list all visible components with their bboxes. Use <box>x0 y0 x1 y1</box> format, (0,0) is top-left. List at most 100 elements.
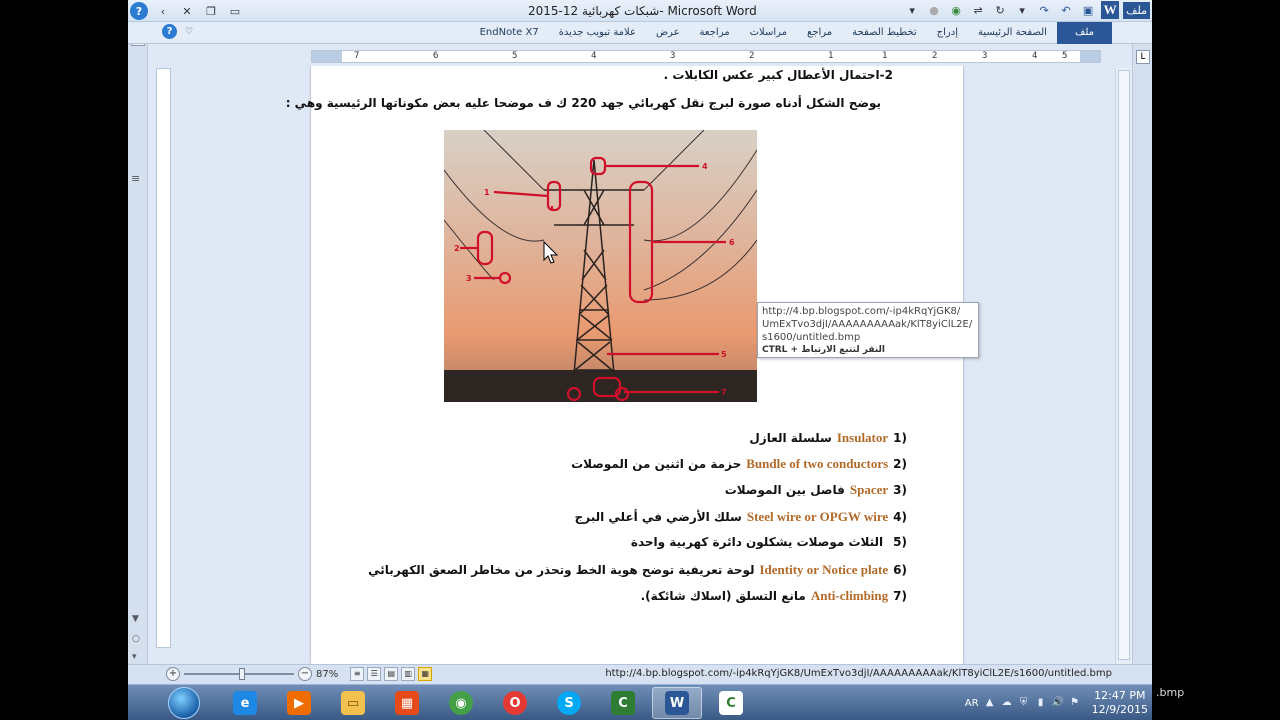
tower-photo[interactable]: 1 2 3 4 5 6 7 <box>444 130 757 402</box>
tab-mailings[interactable]: مراسلات <box>740 22 797 44</box>
draft-view-icon[interactable]: ≡ <box>350 667 365 681</box>
figure-label: 4 <box>702 162 708 171</box>
item-english: Insulator <box>836 430 889 445</box>
restore-icon[interactable]: ❐ <box>202 2 220 20</box>
transmission-tower-image: 1 2 3 4 5 6 7 <box>444 130 757 402</box>
chrome-icon[interactable]: ◉ <box>947 1 965 19</box>
scroll-thumb[interactable] <box>1118 70 1130 660</box>
figure-label: 5 <box>721 350 727 359</box>
title-bar: ? ‹ ✕ ❐ ▭ شبكات كهربائية 12-2015- Micros… <box>128 0 1152 22</box>
item-arabic: سلسلة العازل <box>749 431 832 445</box>
document-canvas: 2-احتمال الأعطال كبير عكس الكابلات . يوض… <box>178 66 1103 664</box>
next-page-icon[interactable]: ▾ <box>132 652 137 662</box>
browse-circle-icon[interactable]: ○ <box>132 634 140 644</box>
ribbon-extra: ? ♡ <box>162 24 193 39</box>
item-arabic: الثلاث موصلات يشكلون دائرة كهربية واحدة <box>630 535 884 549</box>
tab-new-tab[interactable]: علامة تبويب جديدة <box>549 22 646 44</box>
zoom-in-button[interactable]: + <box>166 667 180 681</box>
windows-taskbar: e ▶ ▭ ▦ ◉ O S C W C AR ▲ ☁ ⛨ ▮ 🔊 ⚑ 12:47… <box>128 684 1152 720</box>
ribbon-minimize-icon[interactable]: ♡ <box>185 27 193 37</box>
media-player-icon[interactable]: ▶ <box>274 687 324 719</box>
item-arabic: لوحة تعريفية توضح هوية الخط وتحذر من مخا… <box>368 563 755 577</box>
save-icon[interactable]: ▣ <box>1079 1 1097 19</box>
start-button[interactable] <box>168 687 200 719</box>
clock[interactable]: 12:47 PM 12/9/2015 <box>1092 689 1148 717</box>
tab-review[interactable]: مراجعة <box>690 22 740 44</box>
format-icon[interactable]: ⇌ <box>969 1 987 19</box>
window-controls: ? ‹ ✕ ❐ ▭ <box>130 2 244 20</box>
outline-icon[interactable]: ≡ <box>131 172 145 186</box>
item-number: 2) <box>893 457 907 471</box>
network-icon[interactable]: ▮ <box>1035 697 1047 709</box>
figure-label: 6 <box>729 238 735 247</box>
tab-endnote[interactable]: EndNote X7 <box>470 22 549 44</box>
item-arabic: سلك الأرضي في أعلي البرج <box>574 510 742 524</box>
item-number: 1) <box>893 431 907 445</box>
web-layout-icon[interactable]: ▤ <box>384 667 399 681</box>
system-tray: AR ▲ ☁ ⛨ ▮ 🔊 ⚑ 12:47 PM 12/9/2015 <box>965 685 1152 720</box>
tab-insert[interactable]: إدراج <box>927 22 968 44</box>
quick-access-toolbar: ▾ ● ◉ ⇌ ↻ ▾ ↷ ↶ ▣ W ملف <box>903 1 1150 19</box>
flag-icon[interactable]: ⚑ <box>1069 697 1081 709</box>
dropdown-icon[interactable]: ▾ <box>1013 1 1031 19</box>
camtasia-recorder-icon[interactable]: C <box>706 687 756 719</box>
outline-view-icon[interactable]: ☰ <box>367 667 382 681</box>
print-layout-icon[interactable]: ▦ <box>418 667 433 681</box>
tab-references[interactable]: مراجع <box>797 22 842 44</box>
ruler-number: 1 <box>828 51 834 61</box>
clock-date: 12/9/2015 <box>1091 703 1148 716</box>
internet-explorer-icon[interactable]: e <box>220 687 270 719</box>
vertical-scrollbar[interactable] <box>1115 68 1132 664</box>
document-page[interactable]: 2-احتمال الأعطال كبير عكس الكابلات . يوض… <box>286 66 963 664</box>
chevron-left-icon[interactable]: ‹ <box>154 2 172 20</box>
status-url: http://4.bp.blogspot.com/-ip4kRqYjGK8/Um… <box>605 668 1112 679</box>
ruler-number: 4 <box>1032 51 1038 61</box>
undo-icon[interactable]: ↶ <box>1057 1 1075 19</box>
file-explorer-icon[interactable]: ▭ <box>328 687 378 719</box>
opera-icon[interactable]: O <box>490 687 540 719</box>
zoom-slider-knob[interactable] <box>239 668 245 680</box>
horizontal-ruler[interactable]: 7 6 5 4 3 2 1 1 2 3 4 5 <box>311 50 1101 63</box>
ruler-number: 2 <box>932 51 938 61</box>
close-icon[interactable]: ✕ <box>178 2 196 20</box>
zoom-slider[interactable] <box>184 668 294 680</box>
word-taskbar-icon[interactable]: W <box>652 687 702 719</box>
zoom-out-button[interactable]: − <box>298 667 312 681</box>
tab-view[interactable]: عرض <box>646 22 690 44</box>
file-label[interactable]: ملف <box>1123 1 1150 19</box>
language-indicator[interactable]: AR <box>965 698 979 709</box>
apps-grid-icon[interactable]: ▦ <box>382 687 432 719</box>
tab-file[interactable]: ملف <box>1056 22 1112 44</box>
customize-qat-icon[interactable]: ▾ <box>903 1 921 19</box>
shield-icon[interactable]: ⛨ <box>1018 697 1030 709</box>
zoom-control: + − 87% ≡ ☰ ▤ ▥ ▦ <box>166 667 433 681</box>
help-circle-icon[interactable]: ? <box>130 2 148 20</box>
reading-view-icon[interactable]: ▥ <box>401 667 416 681</box>
camtasia-icon[interactable]: C <box>598 687 648 719</box>
figure-label: 7 <box>721 388 727 397</box>
item-english: Identity or Notice plate <box>759 562 889 577</box>
tab-selector-icon[interactable]: L <box>1136 50 1150 64</box>
circle-icon[interactable]: ● <box>925 1 943 19</box>
vertical-ruler[interactable] <box>156 68 171 648</box>
list-item: 3) Spacer فاصل بين الموصلات <box>725 482 907 498</box>
tab-home[interactable]: الصفحة الرئيسية <box>968 22 1057 44</box>
refresh-icon[interactable]: ↻ <box>991 1 1009 19</box>
item-number: 4) <box>893 510 907 524</box>
help-icon[interactable]: ? <box>162 24 177 39</box>
tooltip-url-line: http://4.bp.blogspot.com/-ip4kRqYjGK8/ <box>762 306 961 317</box>
cloud-icon[interactable]: ☁ <box>1001 697 1013 709</box>
zoom-level[interactable]: 87% <box>316 669 338 680</box>
hyperlink-tooltip: http://4.bp.blogspot.com/-ip4kRqYjGK8/ U… <box>757 302 979 358</box>
minimize-icon[interactable]: ▭ <box>226 2 244 20</box>
redo-icon[interactable]: ↷ <box>1035 1 1053 19</box>
chrome-icon[interactable]: ◉ <box>436 687 486 719</box>
word-logo-icon[interactable]: W <box>1101 1 1120 19</box>
tab-page-layout[interactable]: تخطيط الصفحة <box>842 22 927 44</box>
tray-expand-icon[interactable]: ▲ <box>984 697 996 709</box>
skype-icon[interactable]: S <box>544 687 594 719</box>
volume-icon[interactable]: 🔊 <box>1052 697 1064 709</box>
clock-time: 12:47 PM <box>1094 689 1146 702</box>
scroll-down-icon[interactable]: ▼ <box>132 614 139 624</box>
taskbar-apps: e ▶ ▭ ▦ ◉ O S C W C <box>220 687 756 719</box>
